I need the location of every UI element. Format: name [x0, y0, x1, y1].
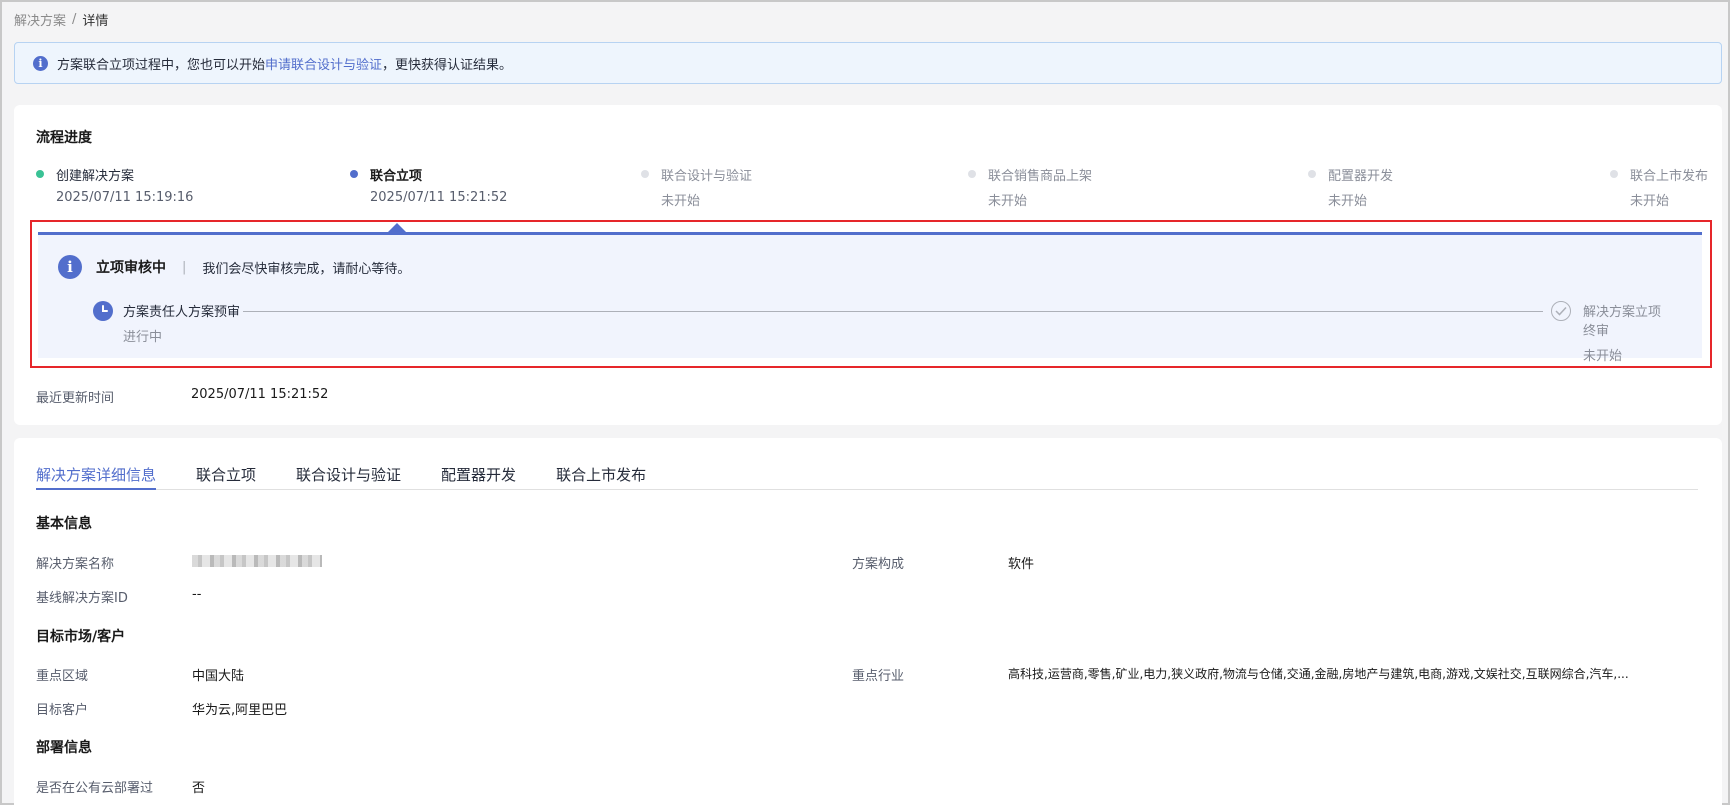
step-time: 未开始 — [661, 194, 701, 209]
step-joint-project: 联合立项 2025/07/11 15:21:52 — [350, 165, 507, 205]
step-title: 配置器开发 — [1328, 169, 1394, 184]
step-time: 2025/07/11 15:21:52 — [370, 190, 508, 205]
public-cloud-label: 是否在公有云部署过 — [36, 781, 154, 796]
last-update-value: 2025/07/11 15:21:52 — [191, 387, 329, 402]
breadcrumb-parent[interactable]: 解决方案 — [14, 10, 66, 29]
step-title: 联合立项 — [370, 169, 423, 184]
step-todo-dot — [641, 170, 649, 178]
redacted-value — [192, 555, 322, 567]
step-sales-listing: 联合销售商品上架 未开始 — [968, 165, 1092, 209]
breadcrumb-separator: / — [72, 12, 77, 27]
breadcrumb: 解决方案 / 详情 — [14, 10, 108, 29]
step-time: 未开始 — [988, 194, 1028, 209]
step-time: 未开始 — [1328, 194, 1368, 209]
progress-steps: 创建解决方案 2025/07/11 15:19:16 联合立项 2025/07/… — [36, 165, 1708, 209]
highlight-frame — [30, 220, 1712, 368]
step-time: 2025/07/11 15:19:16 — [56, 190, 194, 205]
deploy-title: 部署信息 — [36, 740, 92, 756]
industry-label: 重点行业 — [852, 669, 905, 684]
step-launch: 联合上市发布 未开始 — [1610, 165, 1708, 209]
customer-value: 华为云,阿里巴巴 — [192, 703, 288, 718]
composition-value: 软件 — [1008, 557, 1035, 572]
step-create-solution: 创建解决方案 2025/07/11 15:19:16 — [36, 165, 193, 205]
apply-joint-design-link[interactable]: 申请联合设计与验证 — [265, 54, 382, 73]
tab-solution-details[interactable]: 解决方案详细信息 — [36, 464, 157, 490]
notice-suffix: ，更快获得认证结果。 — [382, 57, 513, 73]
step-title: 联合上市发布 — [1630, 169, 1709, 184]
industry-value: 高科技,运营商,零售,矿业,电力,狭义政府,物流与仓储,交通,金融,房地产与建筑… — [1008, 667, 1629, 681]
details-card: 解决方案详细信息 联合立项 联合设计与验证 配置器开发 联合上市发布 基本信息 … — [14, 438, 1722, 805]
step-title: 创建解决方案 — [56, 169, 135, 184]
tab-joint-design[interactable]: 联合设计与验证 — [296, 464, 401, 490]
baseline-id-label: 基线解决方案ID — [36, 591, 128, 606]
step-joint-design: 联合设计与验证 未开始 — [641, 165, 752, 209]
notice-banner: i 方案联合立项过程中，您也可以开始 申请联合设计与验证 ，更快获得认证结果。 — [14, 42, 1722, 84]
public-cloud-value: 否 — [192, 781, 206, 796]
customer-label: 目标客户 — [36, 703, 89, 718]
progress-title: 流程进度 — [36, 130, 92, 146]
step-configurator: 配置器开发 未开始 — [1308, 165, 1393, 209]
last-update-label: 最近更新时间 — [36, 391, 115, 406]
step-time: 未开始 — [1630, 194, 1670, 209]
step-todo-dot — [1308, 170, 1316, 178]
composition-label: 方案构成 — [852, 557, 905, 572]
region-value: 中国大陆 — [192, 669, 245, 684]
tab-joint-project[interactable]: 联合立项 — [196, 464, 256, 490]
step-active-dot — [350, 170, 358, 178]
step-todo-dot — [1610, 170, 1618, 178]
step-todo-dot — [968, 170, 976, 178]
tab-configurator[interactable]: 配置器开发 — [441, 464, 516, 490]
basic-info-title: 基本信息 — [36, 516, 92, 532]
detail-tabs: 解决方案详细信息 联合立项 联合设计与验证 配置器开发 联合上市发布 — [36, 464, 1698, 490]
step-title: 联合销售商品上架 — [988, 169, 1093, 184]
solution-name-label: 解决方案名称 — [36, 557, 115, 572]
market-title: 目标市场/客户 — [36, 629, 126, 645]
region-label: 重点区域 — [36, 669, 89, 684]
notice-prefix: 方案联合立项过程中，您也可以开始 — [57, 57, 266, 73]
info-icon: i — [33, 55, 48, 71]
tab-launch[interactable]: 联合上市发布 — [556, 464, 646, 490]
breadcrumb-current: 详情 — [82, 14, 109, 29]
solution-name-value — [192, 553, 322, 571]
baseline-id-value: -- — [192, 587, 202, 602]
last-update-row: 最近更新时间 2025/07/11 15:21:52 — [36, 387, 328, 406]
step-done-dot — [36, 170, 44, 178]
step-title: 联合设计与验证 — [661, 169, 753, 184]
